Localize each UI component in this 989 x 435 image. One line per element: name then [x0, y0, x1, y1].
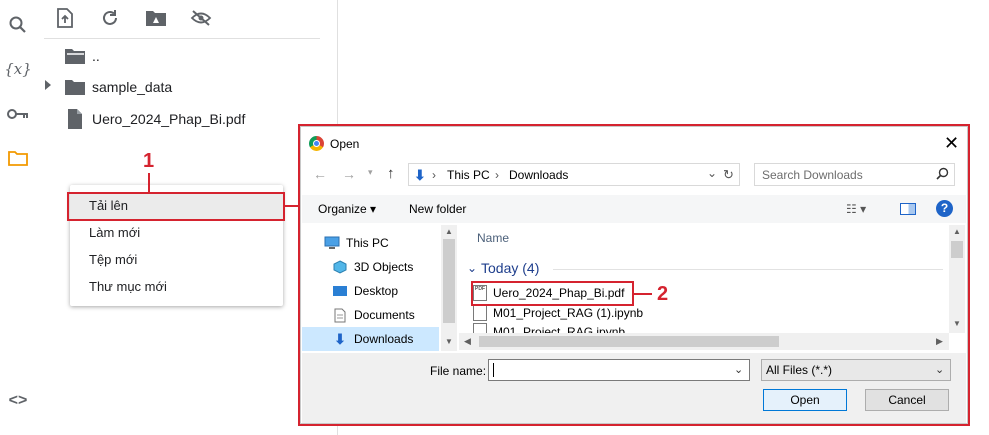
help-icon[interactable]: ?: [936, 200, 953, 217]
group-collapse-icon[interactable]: ⌄: [467, 261, 477, 275]
nav-documents[interactable]: Documents: [302, 303, 442, 327]
address-dropdown-icon[interactable]: ⌄: [707, 166, 717, 180]
breadcrumb-downloads[interactable]: Downloads: [509, 168, 568, 182]
command-bar: Organize ▾ New folder ☷ ▾ ?: [302, 195, 966, 223]
tree-item-pdf[interactable]: Uero_2024_Phap_Bi.pdf: [64, 106, 245, 132]
view-options-icon[interactable]: ☷ ▾: [846, 202, 866, 216]
highlight-box-upload: [67, 192, 285, 221]
tree-item-label: Uero_2024_Phap_Bi.pdf: [92, 111, 246, 127]
cancel-button[interactable]: Cancel: [865, 389, 949, 411]
file-name-label: File name:: [430, 364, 487, 378]
breadcrumb-this-pc[interactable]: This PC: [447, 168, 490, 182]
tree-item-parent[interactable]: ..: [64, 43, 100, 69]
notebook-file-icon: [473, 305, 487, 321]
callout-number-1: 1: [143, 150, 155, 172]
nav-3d-objects[interactable]: 3D Objects: [302, 255, 442, 279]
up-arrow-icon[interactable]: ↑: [387, 165, 395, 182]
search-placeholder: Search Downloads: [762, 168, 863, 182]
tree-item-label: sample_data: [92, 79, 173, 95]
chrome-icon: [309, 136, 324, 151]
group-divider: [553, 269, 943, 270]
file-type-select[interactable]: All Files (*.*) ⌄: [761, 359, 951, 381]
downloads-location-icon: ⬇: [414, 167, 426, 183]
documents-icon: [332, 307, 348, 323]
file-row-ipynb-1[interactable]: M01_Project_RAG (1).ipynb: [473, 303, 643, 323]
file-icon: [64, 108, 86, 130]
menu-item-new-folder[interactable]: Thư mục mới: [70, 273, 283, 300]
search-icon: [936, 167, 949, 185]
column-header-name[interactable]: Name: [477, 231, 509, 245]
highlight-box-pdf: [471, 281, 634, 306]
open-button[interactable]: Open: [763, 389, 847, 411]
upload-icon[interactable]: [53, 6, 77, 30]
nav-label: 3D Objects: [354, 260, 414, 274]
file-list-scrollbar[interactable]: ▲ ▼: [949, 225, 965, 333]
menu-item-refresh[interactable]: Làm mới: [70, 219, 283, 246]
nav-downloads[interactable]: ⬇ Downloads: [302, 327, 439, 351]
nav-scrollbar[interactable]: ▲ ▼: [441, 225, 457, 351]
drive-folder-icon[interactable]: [144, 6, 168, 30]
variables-icon[interactable]: {x}: [4, 57, 32, 81]
text-cursor: [493, 363, 494, 377]
nav-label: Documents: [354, 308, 415, 322]
key-icon[interactable]: [6, 102, 30, 126]
address-refresh-icon[interactable]: ↻: [723, 167, 734, 183]
group-header: Today (4): [481, 260, 540, 276]
search-box[interactable]: Search Downloads: [754, 163, 955, 186]
preview-pane-icon[interactable]: [900, 203, 916, 215]
open-file-dialog: Open ✕ ← → ▾ ↑ ⬇ › This PC › Downloads ⌄…: [300, 126, 968, 424]
tree-item-label: ..: [92, 48, 100, 64]
file-type-value: All Files (*.*): [766, 363, 833, 377]
file-name: M01_Project_RAG (1).ipynb: [493, 306, 644, 320]
folder-open-icon: [64, 45, 86, 67]
breadcrumb-sep: ›: [432, 168, 436, 182]
downloads-icon: ⬇: [334, 330, 346, 347]
organize-label: Organize: [318, 202, 367, 216]
menu-item-label: Làm mới: [89, 225, 141, 240]
breadcrumb-sep: ›: [495, 168, 499, 182]
toolbar-divider: [44, 38, 320, 39]
menu-item-label: Thư mục mới: [89, 279, 167, 294]
navigation-pane: This PC 3D Objects Desktop Documents ⬇ D…: [302, 225, 456, 351]
forward-arrow-icon[interactable]: →: [342, 166, 356, 182]
back-arrow-icon[interactable]: ←: [313, 166, 327, 182]
nav-label: This PC: [346, 236, 389, 250]
nav-this-pc[interactable]: This PC: [302, 231, 442, 255]
menu-item-label: Tệp mới: [89, 252, 138, 267]
computer-icon: [324, 235, 340, 251]
cube-icon: [332, 259, 348, 275]
close-icon[interactable]: ✕: [944, 133, 959, 154]
callout-line-2: [634, 293, 652, 295]
organize-button[interactable]: Organize ▾: [318, 202, 376, 216]
code-icon[interactable]: <>: [6, 389, 30, 413]
refresh-icon[interactable]: [98, 6, 122, 30]
history-dropdown-icon[interactable]: ▾: [368, 167, 373, 178]
nav-label: Downloads: [354, 332, 414, 346]
hide-icon[interactable]: [189, 6, 213, 30]
file-type-dropdown-icon: ⌄: [935, 364, 945, 376]
menu-item-new-file[interactable]: Tệp mới: [70, 246, 283, 273]
search-icon[interactable]: [6, 13, 30, 37]
file-name-input[interactable]: ⌄: [488, 359, 750, 381]
callout-number-2: 2: [657, 283, 669, 305]
nav-label: Desktop: [354, 284, 399, 298]
file-name-dropdown-icon[interactable]: ⌄: [734, 363, 743, 376]
desktop-icon: [332, 283, 348, 299]
callout-line-1: [148, 173, 150, 193]
tree-item-sample-data[interactable]: sample_data: [64, 74, 172, 100]
dialog-title: Open: [330, 137, 360, 151]
horizontal-scrollbar[interactable]: ◀ ▶: [459, 333, 949, 350]
folder-icon[interactable]: [6, 146, 30, 170]
expand-arrow-icon[interactable]: [45, 80, 51, 90]
new-folder-button[interactable]: New folder: [409, 202, 466, 216]
folder-icon: [64, 76, 86, 98]
nav-desktop[interactable]: Desktop: [302, 279, 442, 303]
address-bar[interactable]: ⬇ › This PC › Downloads ⌄ ↻: [408, 163, 740, 186]
